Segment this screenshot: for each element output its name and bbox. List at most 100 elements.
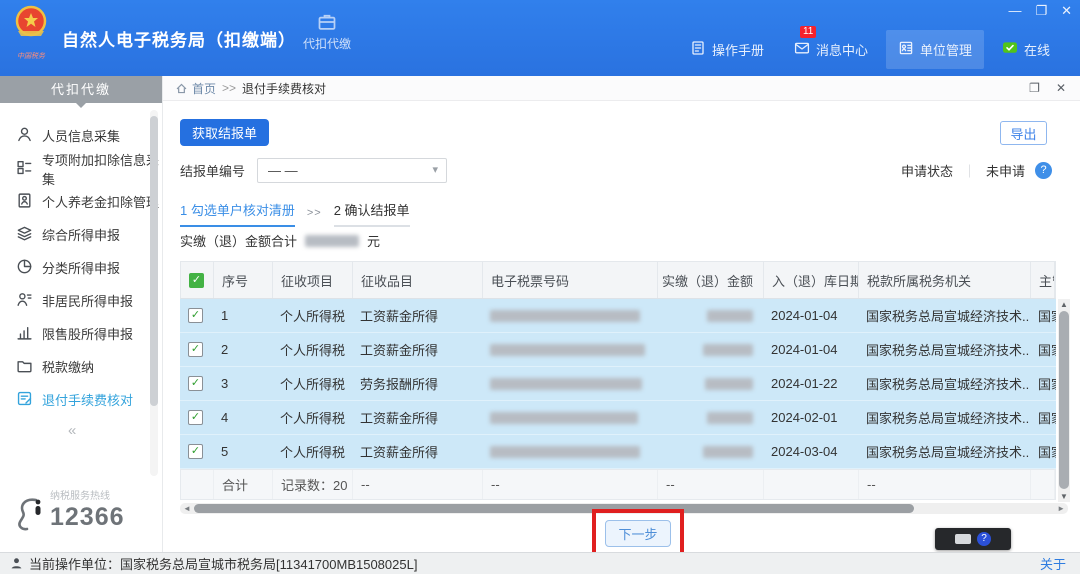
sidebar-item-2[interactable]: 个人养老金扣除管理 (0, 185, 162, 218)
footer-cell-8 (1031, 470, 1055, 499)
row-checkbox[interactable]: ✓ (188, 376, 203, 391)
panel-close-icon[interactable]: ✕ (1056, 81, 1066, 95)
summary-label: 实缴（退）金额合计 (180, 234, 298, 249)
header-cell-0: 序号 (214, 262, 273, 298)
cell-amount (657, 401, 763, 434)
menu-item-2[interactable]: 单位管理 (885, 30, 984, 69)
cell-date: 2024-01-04 (771, 308, 838, 323)
step-1-tab[interactable]: 1 勾选单户核对清册 (180, 200, 295, 227)
cell-supervisor: 国家 (1038, 411, 1056, 426)
table-footer-row: 合计 记录数：20 -- -- -- -- (180, 469, 1056, 500)
breadcrumb-home[interactable]: 首页 (175, 80, 216, 97)
header-cell-4: 实缴（退）金额 (658, 262, 764, 298)
row-checkbox[interactable]: ✓ (188, 410, 203, 425)
table-row-0[interactable]: ✓ 1 个人所得税工资薪金所得 2024-01-04 国家税务总局宣城经济技术... 国家 (180, 299, 1056, 333)
table-row-1[interactable]: ✓ 2 个人所得税工资薪金所得 2024-01-04 国家税务总局宣城经济技术... 国家 (180, 333, 1056, 367)
cell-item: 个人所得税 (280, 343, 346, 358)
scroll-left-icon[interactable]: ◄ (183, 503, 191, 514)
sidebar-scrollbar[interactable] (150, 110, 158, 476)
cell-supervisor: 国家 (1038, 445, 1056, 460)
about-link[interactable]: 关于 (1040, 554, 1066, 573)
masked-ticket-no (490, 377, 642, 390)
restore-icon[interactable]: ❐ (1035, 4, 1047, 18)
scroll-right-icon[interactable]: ► (1057, 503, 1065, 514)
sidebar-item-3[interactable]: 综合所得申报 (0, 218, 162, 251)
step-tabs: 1 勾选单户核对清册 >> 2 确认结报单 (180, 200, 410, 227)
step-separator: >> (306, 207, 322, 219)
sidebar-item-1[interactable]: 专项附加扣除信息采集 (0, 152, 162, 187)
footer-cell-2: 记录数：20 (273, 470, 353, 499)
tab-daikou-daijiao[interactable]: 代扣代缴 (292, 12, 362, 52)
report-no-select[interactable]: — — ▾ (257, 158, 448, 183)
sidebar-collapse-button[interactable]: « (68, 422, 76, 439)
close-icon[interactable]: ✕ (1061, 4, 1072, 18)
sidebar-item-label: 退付手续费核对 (42, 393, 134, 408)
footer-cell-4: -- (483, 470, 658, 499)
row-checkbox-cell: ✓ (180, 435, 213, 468)
cell-date: 2024-02-01 (771, 410, 838, 425)
sidebar: 代扣代缴 人员信息采集 专项附加扣除信息采集 个人养老金扣除管理 综合所得申报 分类所得… (0, 76, 163, 552)
table-header-row: ✓ 序号 征收项目 征收品目 电子税票号码 实缴（退）金额 入（退）库日期 税款所属税务机关主… (180, 261, 1056, 299)
scroll-down-icon[interactable]: ▼ (1058, 492, 1070, 501)
layers-icon (16, 225, 33, 245)
widget-help-icon[interactable]: ? (977, 532, 991, 546)
summary-unit: 元 (367, 234, 381, 249)
manual-icon (690, 40, 706, 59)
sidebar-item-7[interactable]: 税款缴纳 (0, 350, 162, 383)
row-checkbox[interactable]: ✓ (188, 342, 203, 357)
minimize-icon[interactable]: — (1008, 4, 1021, 18)
header-cell-7: 主管 (1031, 262, 1055, 298)
cell-amount (657, 367, 763, 400)
footer-cell-6 (764, 470, 859, 499)
cell-supervisor: 国家 (1038, 377, 1056, 392)
export-button[interactable]: 导出 (1000, 121, 1047, 145)
refund-check-table: ✓ 序号 征收项目 征收品目 电子税票号码 实缴（退）金额 入（退）库日期 税款所属税务机关主… (180, 261, 1070, 502)
fetch-report-button[interactable]: 获取结报单 (180, 119, 269, 146)
camera-icon[interactable] (955, 534, 971, 544)
next-step-button[interactable]: 下一步 (605, 520, 671, 547)
report-no-label: 结报单编号 (180, 164, 246, 179)
row-checkbox-cell: ✓ (180, 367, 213, 400)
sidebar-item-6[interactable]: 限售股所得申报 (0, 317, 162, 350)
menu-item-1[interactable]: 11 消息中心 (782, 26, 880, 69)
grid-icon (16, 159, 33, 179)
table-row-3[interactable]: ✓ 4 个人所得税工资薪金所得 2024-02-01 国家税务总局宣城经济技术... 国家 (180, 401, 1056, 435)
panel-restore-icon[interactable]: ❐ (1029, 81, 1040, 95)
screenshot-widget: ? (935, 528, 1011, 550)
breadcrumb: 首页 >> 退付手续费核对 ❐ ✕ (163, 76, 1080, 101)
cell-organ: 国家税务总局宣城经济技术... (866, 377, 1030, 392)
scroll-up-icon[interactable]: ▲ (1058, 300, 1070, 309)
sidebar-item-5[interactable]: 非居民所得申报 (0, 284, 162, 317)
cell-seq: 1 (221, 308, 229, 323)
cell-seq: 3 (221, 376, 229, 391)
chevron-down-icon: ▾ (432, 164, 439, 176)
message-icon (794, 40, 810, 59)
status-divider: ｜ (962, 164, 976, 179)
table-row-4[interactable]: ✓ 5 个人所得税工资薪金所得 2024-03-04 国家税务总局宣城经济技术... 国家 (180, 435, 1056, 469)
help-icon[interactable]: ? (1035, 162, 1052, 179)
row-checkbox[interactable]: ✓ (188, 444, 203, 459)
sidebar-item-0[interactable]: 人员信息采集 (0, 119, 162, 152)
step-2-tab[interactable]: 2 确认结报单 (333, 200, 410, 227)
menu-item-3[interactable]: 在线 (990, 30, 1062, 69)
masked-ticket-no (490, 309, 640, 322)
cell-ticket-no (482, 333, 657, 366)
table-vertical-scrollbar[interactable]: ▲ ▼ (1058, 299, 1070, 502)
row-checkbox[interactable]: ✓ (188, 308, 203, 323)
menu-item-0[interactable]: 操作手册 (678, 30, 776, 69)
sidebar-item-8[interactable]: 退付手续费核对 (0, 383, 162, 416)
cell-organ: 国家税务总局宣城经济技术... (866, 445, 1030, 460)
org-icon (898, 40, 914, 59)
cell-category: 劳务报酬所得 (360, 377, 439, 392)
select-all-checkbox[interactable]: ✓ (189, 272, 204, 288)
table-body: ✓1个人所得税工资薪金所得2024-01-04国家税务总局宣城经济技术...国家… (180, 299, 1056, 469)
bar-chart-icon (16, 324, 33, 344)
masked-ticket-no (490, 445, 640, 458)
sidebar-item-4[interactable]: 分类所得申报 (0, 251, 162, 284)
current-unit-text: 当前操作单位：国家税务总局宣城市税务局[11341700MB1508025L] (29, 557, 418, 572)
cell-organ: 国家税务总局宣城经济技术... (866, 309, 1030, 324)
header-cell-2: 征收品目 (353, 262, 483, 298)
annotation-highlight: 下一步 (592, 509, 684, 558)
cell-item: 个人所得税 (280, 411, 346, 426)
table-row-2[interactable]: ✓ 3 个人所得税劳务报酬所得 2024-01-22 国家税务总局宣城经济技术... 国家 (180, 367, 1056, 401)
